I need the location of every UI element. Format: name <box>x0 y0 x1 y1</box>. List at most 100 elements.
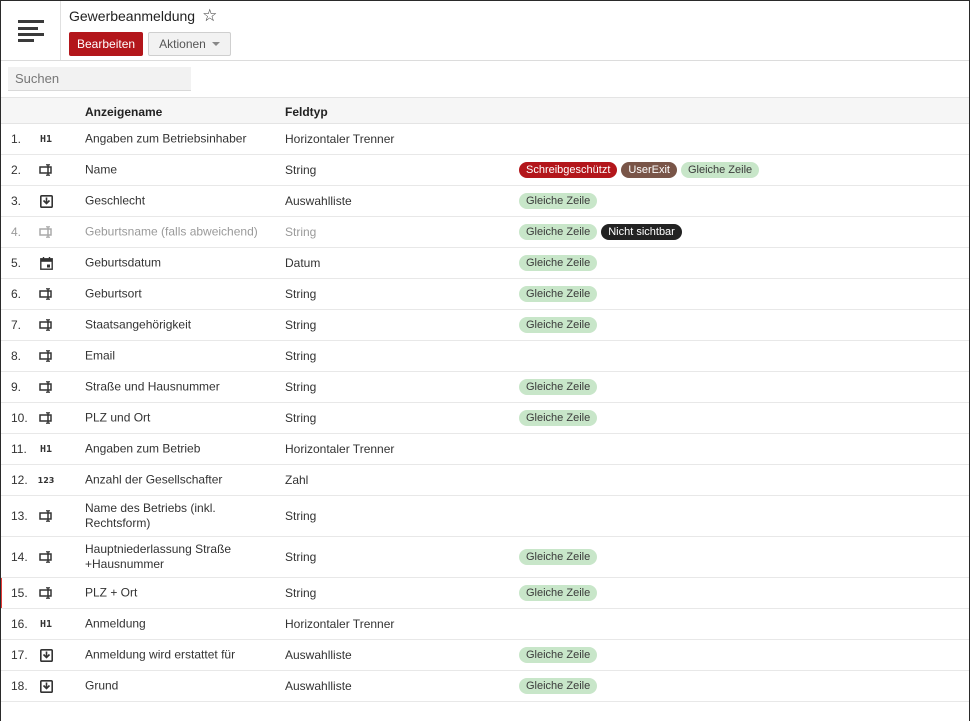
text-field-icon <box>38 349 54 363</box>
app-window: Gewerbeanmeldung ☆ Bearbeiten Aktionen A… <box>0 0 970 721</box>
field-type: Auswahlliste <box>285 194 352 208</box>
page-title: Gewerbeanmeldung ☆ <box>69 7 217 24</box>
dropdown-icon <box>38 679 54 693</box>
table-row[interactable]: 8. Email String <box>1 341 969 372</box>
status-badge: Gleiche Zeile <box>519 286 598 302</box>
field-display-name: Anmeldung <box>85 616 146 631</box>
text-field-icon <box>38 318 54 332</box>
actions-dropdown-button[interactable]: Aktionen <box>148 32 231 56</box>
field-display-name: Angaben zum Betriebsinhaber <box>85 131 247 146</box>
row-number: 3. <box>11 194 22 208</box>
field-type: Zahl <box>285 473 309 487</box>
row-number: 1. <box>11 132 22 146</box>
field-type: String <box>285 586 317 600</box>
field-type: String <box>285 509 317 523</box>
field-type: String <box>285 318 317 332</box>
row-number: 17. <box>11 648 28 662</box>
row-number: 6. <box>11 287 22 301</box>
text-field-icon <box>38 287 54 301</box>
table-row[interactable]: 16. H1 Anmeldung Horizontaler Trenner <box>1 609 969 640</box>
dropdown-icon <box>38 194 54 208</box>
caret-down-icon <box>211 42 220 46</box>
table-row[interactable]: 6. Geburtsort String Gleiche Zeile <box>1 279 969 310</box>
field-display-name: Grund <box>85 678 119 693</box>
row-number: 12. <box>11 473 28 487</box>
heading-icon: H1 <box>38 442 54 456</box>
text-field-icon <box>38 380 54 394</box>
field-display-name: Staatsangehörigkeit <box>85 317 192 332</box>
star-icon[interactable]: ☆ <box>202 7 217 24</box>
field-display-name: Name <box>85 162 118 177</box>
row-number: 11. <box>11 442 27 456</box>
table-row[interactable]: 9. Straße und Hausnummer String Gleiche Zei… <box>1 372 969 403</box>
row-number: 15. <box>11 586 28 600</box>
table-row[interactable]: 5. Geburtsdatum Datum Gleiche Zeile <box>1 248 969 279</box>
field-type: String <box>285 225 317 239</box>
field-display-name: Geburtsdatum <box>85 255 162 270</box>
table-row[interactable]: 18. Grund Auswahlliste Gleiche Zeile <box>1 671 969 702</box>
table-row[interactable]: 15. PLZ + Ort String Gleiche Zeile <box>1 578 969 609</box>
table-row[interactable]: 3. Geschlecht Auswahlliste Gleiche Zeile <box>1 186 969 217</box>
table-row[interactable]: 12. 123 Anzahl der Gesellschafter Zahl <box>1 465 969 496</box>
badge-group: Gleiche Zeile <box>519 255 598 271</box>
field-type: Auswahlliste <box>285 679 352 693</box>
field-display-name: Email <box>85 348 116 363</box>
row-number: 13. <box>11 509 28 523</box>
status-badge: Nicht sichtbar <box>601 224 682 240</box>
field-display-name: Name des Betriebs (inkl. Rechtsform) <box>85 501 216 530</box>
table-row[interactable]: 4. Geburtsname (falls abweichend) String Gl… <box>1 217 969 248</box>
field-display-name: Straße und Hausnummer <box>85 379 220 394</box>
badge-group: Gleiche Zeile <box>519 410 598 426</box>
table-header: Anzeigename Feldtyp <box>1 97 969 124</box>
column-header-name[interactable]: Anzeigename <box>85 105 162 119</box>
fields-table: Anzeigename Feldtyp 1. H1 Angaben zum Betr… <box>1 97 969 702</box>
text-field-icon <box>38 225 54 239</box>
badge-group: Gleiche Zeile <box>519 549 598 565</box>
table-row[interactable]: 2. Name String Schreibgeschützt UserExit Glei… <box>1 155 969 186</box>
field-type: Datum <box>285 256 321 270</box>
number-icon-label: 123 <box>37 475 55 485</box>
field-type: String <box>285 287 317 301</box>
table-row[interactable]: 17. Anmeldung wird erstattet für Auswahlli… <box>1 640 969 671</box>
heading-icon: H1 <box>38 132 54 146</box>
status-badge: Gleiche Zeile <box>519 317 598 333</box>
table-row[interactable]: 14. Hauptniederlassung Straße +Hausnummer… <box>1 537 969 578</box>
calendar-icon <box>38 256 54 270</box>
field-type: String <box>285 349 317 363</box>
text-field-icon <box>38 163 54 177</box>
column-header-type[interactable]: Feldtyp <box>285 105 328 119</box>
field-type: String <box>285 550 317 564</box>
status-badge: Gleiche Zeile <box>519 379 598 395</box>
search-input[interactable] <box>8 67 191 91</box>
heading-icon: H1 <box>38 617 54 631</box>
field-type: String <box>285 380 317 394</box>
row-number: 16. <box>11 617 28 631</box>
menu-button[interactable] <box>1 1 61 60</box>
field-display-name: Angaben zum Betrieb <box>85 441 201 456</box>
table-row[interactable]: 1. H1 Angaben zum Betriebsinhaber Horizonta… <box>1 124 969 155</box>
text-field-icon <box>38 509 54 523</box>
row-number: 2. <box>11 163 22 177</box>
status-badge: Gleiche Zeile <box>519 224 598 240</box>
field-type: String <box>285 411 317 425</box>
table-body: 1. H1 Angaben zum Betriebsinhaber Horizonta… <box>1 124 969 702</box>
top-bar: Gewerbeanmeldung ☆ Bearbeiten Aktionen <box>1 1 969 61</box>
heading-icon-label: H1 <box>39 443 53 455</box>
status-badge: Gleiche Zeile <box>519 193 598 209</box>
table-row[interactable]: 10. PLZ und Ort String Gleiche Zeile <box>1 403 969 434</box>
page-title-text: Gewerbeanmeldung <box>69 7 196 24</box>
badge-group: Gleiche Zeile <box>519 379 598 395</box>
number-icon: 123 <box>37 473 55 487</box>
text-field-icon <box>38 586 54 600</box>
status-badge: Gleiche Zeile <box>680 162 760 178</box>
table-row[interactable]: 11. H1 Angaben zum Betrieb Horizontaler Tre… <box>1 434 969 465</box>
badge-group: Gleiche Zeile <box>519 286 598 302</box>
table-row[interactable]: 13. Name des Betriebs (inkl. Rechtsform) S… <box>1 496 969 537</box>
field-type: Horizontaler Trenner <box>285 132 395 146</box>
table-row[interactable]: 7. Staatsangehörigkeit String Gleiche Zeile <box>1 310 969 341</box>
heading-icon-label: H1 <box>39 133 53 145</box>
status-badge: Schreibgeschützt <box>519 162 618 178</box>
field-display-name: Hauptniederlassung Straße +Hausnummer <box>85 542 232 571</box>
edit-button[interactable]: Bearbeiten <box>69 32 144 56</box>
field-display-name: Geburtsort <box>85 286 142 301</box>
